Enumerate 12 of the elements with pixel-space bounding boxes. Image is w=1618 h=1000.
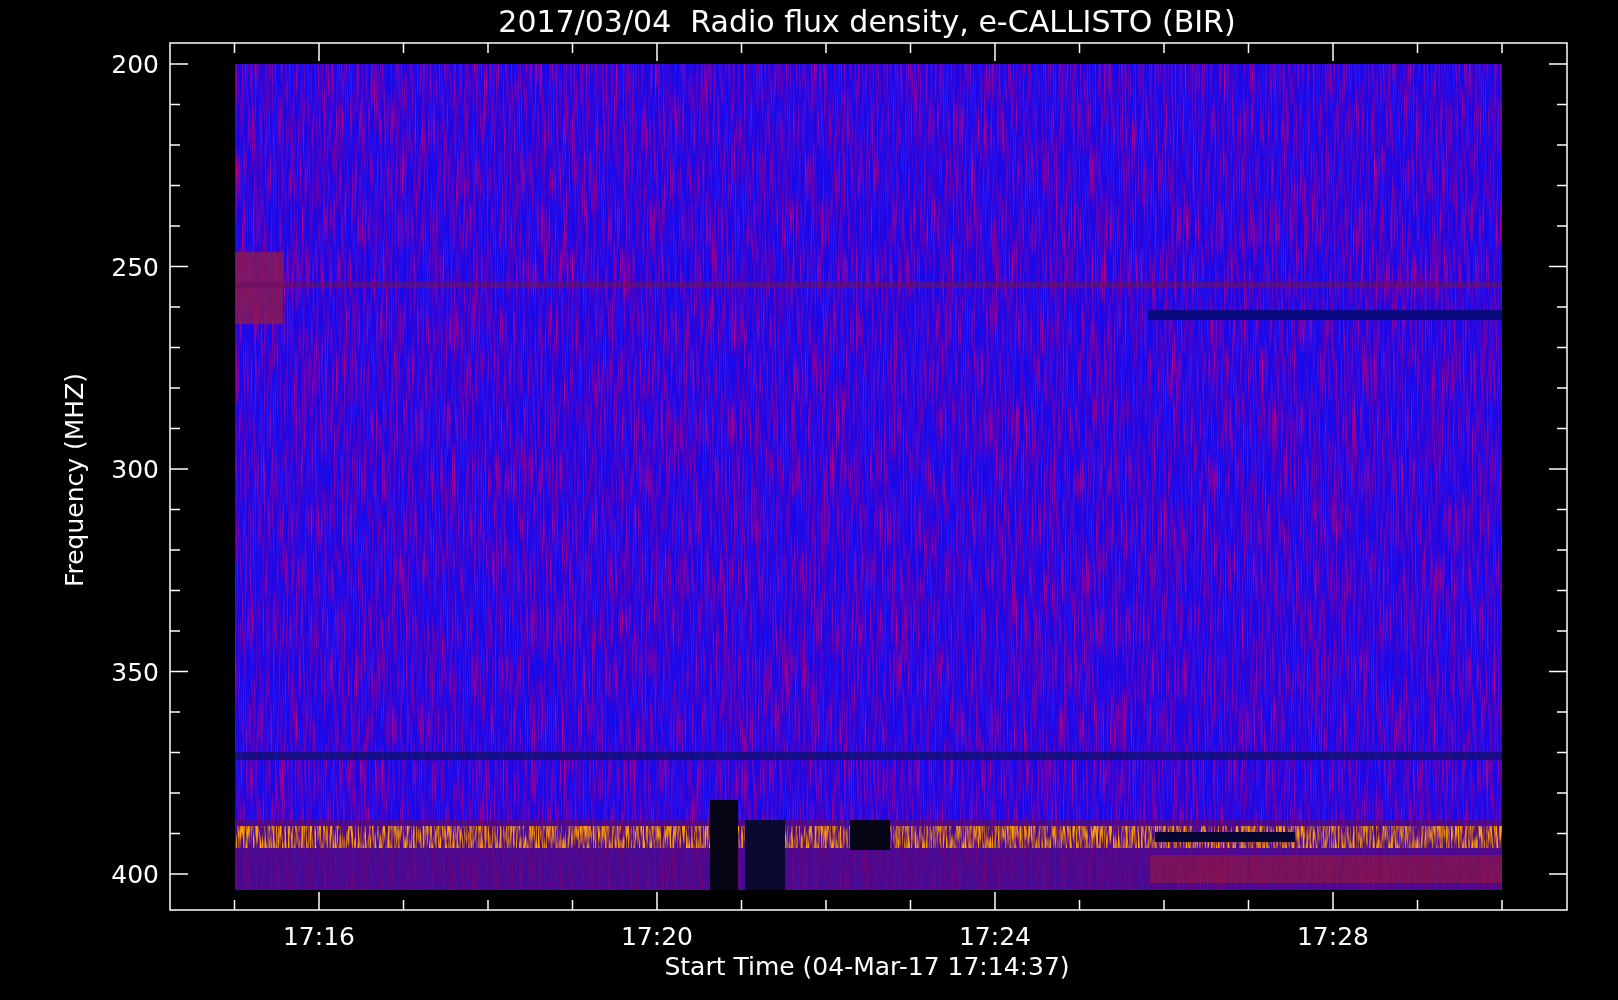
y-tick-label: 350 <box>111 657 159 687</box>
x-tick-label: 17:24 <box>959 922 1031 951</box>
x-axis-label: Start Time (04-Mar-17 17:14:37) <box>664 952 1070 981</box>
x-tick-label: 17:28 <box>1297 922 1369 951</box>
y-tick-label: 250 <box>111 252 159 282</box>
y-tick-label: 400 <box>111 860 159 889</box>
y-axis-label: Frequency (MHZ) <box>60 372 89 588</box>
x-tick-label: 17:20 <box>621 922 693 951</box>
y-tick-label: 300 <box>111 455 159 484</box>
x-tick-label: 17:16 <box>283 922 355 951</box>
plot-title: 2017/03/04 Radio flux density, e-CALLISTO (BIR) <box>498 4 1236 39</box>
y-tick-label: 200 <box>111 50 159 79</box>
